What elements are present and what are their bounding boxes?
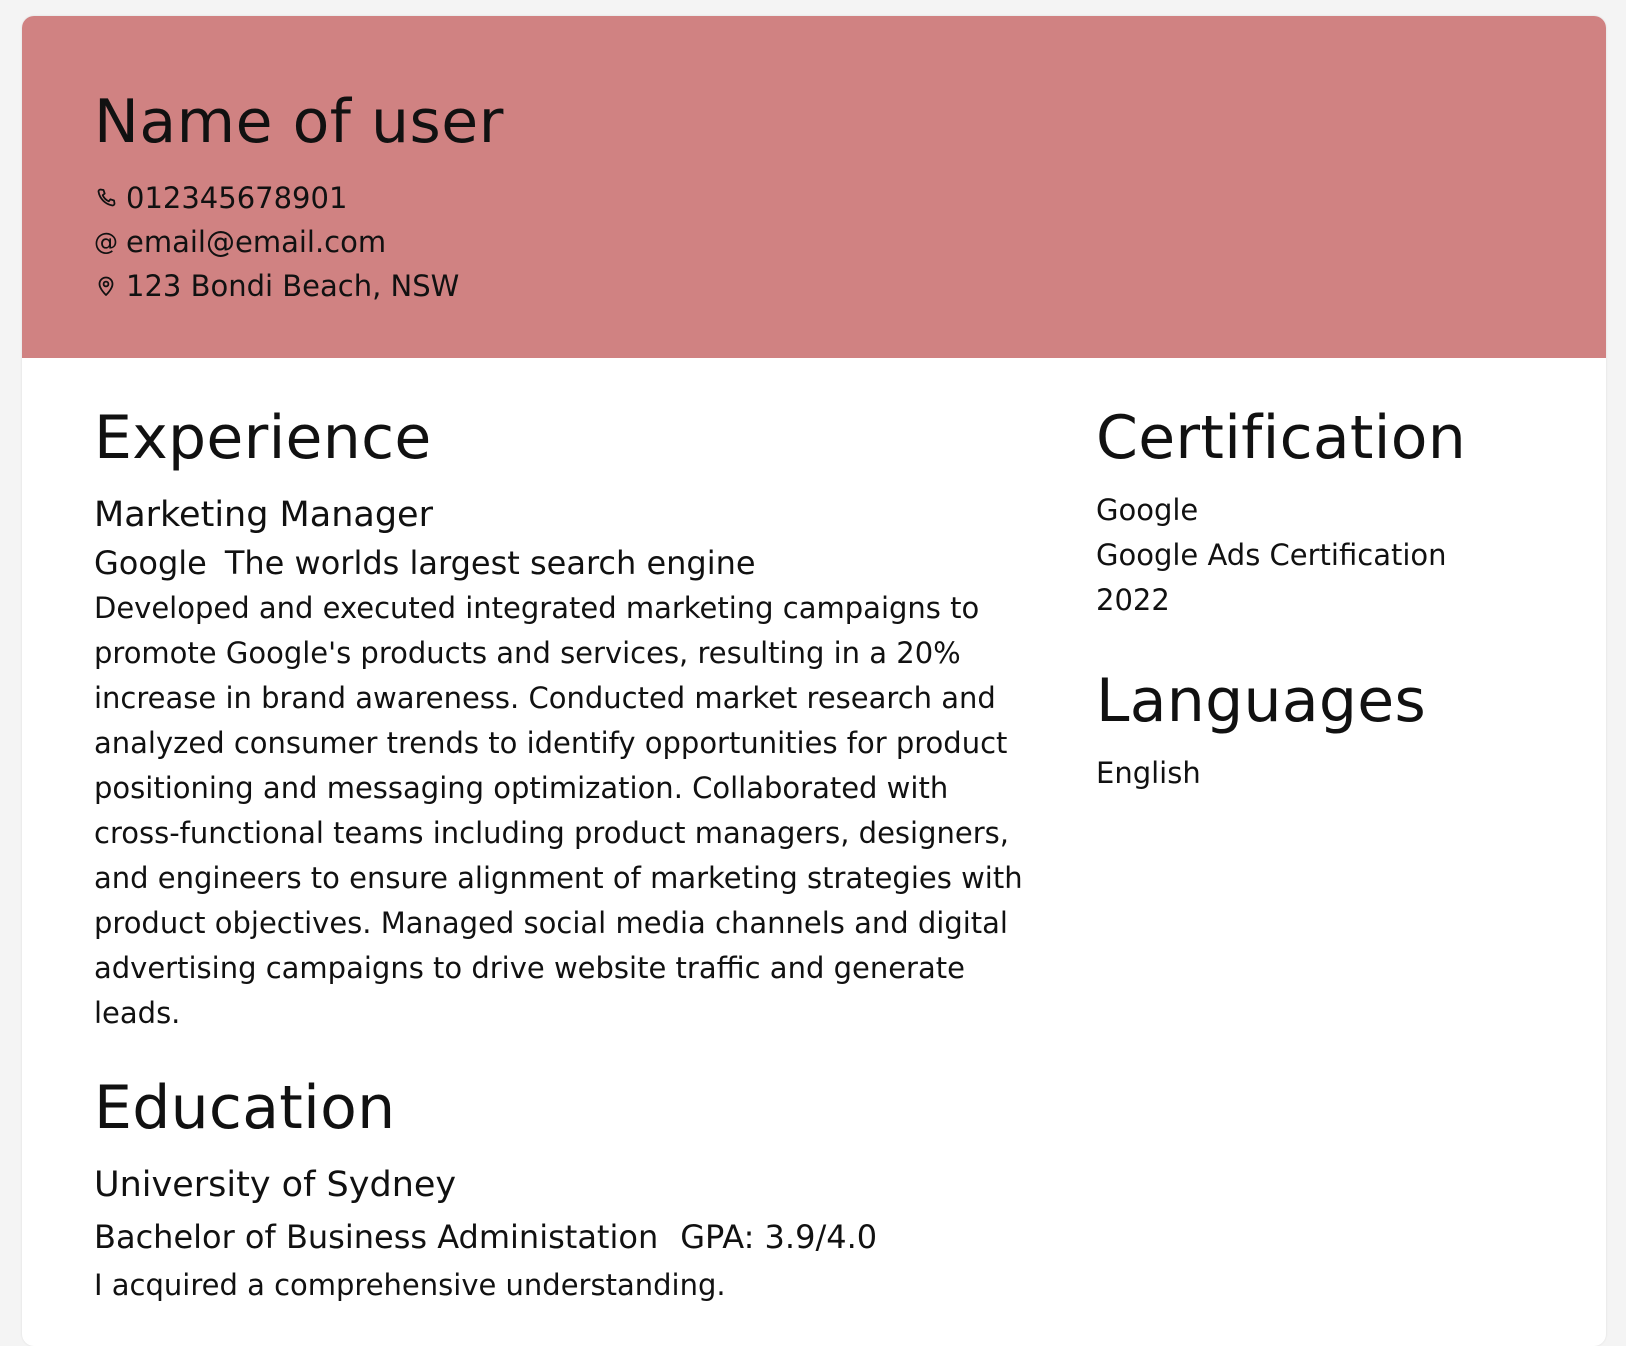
contact-email: @ email@email.com xyxy=(94,220,459,264)
certification-details: Google Google Ads Certification 2022 xyxy=(1096,488,1576,623)
job-title: Marketing Manager xyxy=(94,495,433,535)
experience-title: Experience xyxy=(94,403,432,473)
job-description: Developed and executed integrated market… xyxy=(94,591,1023,1031)
gpa: GPA: 3.9/4.0 xyxy=(680,1218,878,1257)
language-item: English xyxy=(1096,756,1201,790)
at-icon: @ xyxy=(94,228,118,256)
job-company-line: Google The worlds largest search engine xyxy=(94,544,1034,582)
contact-phone: 012345678901 xyxy=(94,176,459,220)
company-name: Google xyxy=(94,544,207,582)
experience-section: Experience Marketing Manager Google The w… xyxy=(94,408,1034,1036)
education-title: Education xyxy=(94,1073,396,1144)
location-pin-icon xyxy=(94,274,118,298)
languages-title: Languages xyxy=(1096,666,1427,736)
resume-header: Name of user 012345678901 @ email@email.… xyxy=(22,16,1606,358)
certification-issuer: Google xyxy=(1096,493,1199,527)
email-text: email@email.com xyxy=(126,225,387,259)
certification-name: Google Ads Certification xyxy=(1096,538,1447,572)
side-column: Certification Google Google Ads Certific… xyxy=(1096,408,1576,796)
degree-name: Bachelor of Business Administation xyxy=(94,1218,659,1257)
contact-address: 123 Bondi Beach, NSW xyxy=(94,264,459,308)
certification-year: 2022 xyxy=(1096,583,1170,617)
degree-line: Bachelor of Business Administation GPA: 3… xyxy=(94,1218,1034,1256)
address-text: 123 Bondi Beach, NSW xyxy=(126,269,460,303)
main-column: Experience Marketing Manager Google The w… xyxy=(94,408,1034,1308)
company-tagline: The worlds largest search engine xyxy=(224,544,756,582)
contact-list: 012345678901 @ email@email.com 123 Bondi… xyxy=(94,176,459,308)
language-list: English xyxy=(1096,751,1576,796)
resume-card: Name of user 012345678901 @ email@email.… xyxy=(22,16,1606,1346)
user-name: Name of user xyxy=(94,87,504,157)
certification-section: Certification Google Google Ads Certific… xyxy=(1096,408,1576,623)
school-name: University of Sydney xyxy=(94,1165,457,1206)
education-section: Education University of Sydney Bachelor … xyxy=(94,1078,1034,1307)
phone-text: 012345678901 xyxy=(126,181,348,215)
phone-icon xyxy=(94,186,118,210)
languages-section: Languages English xyxy=(1096,671,1576,796)
certification-title: Certification xyxy=(1096,403,1467,473)
education-description: I acquired a comprehensive understanding… xyxy=(94,1267,726,1302)
